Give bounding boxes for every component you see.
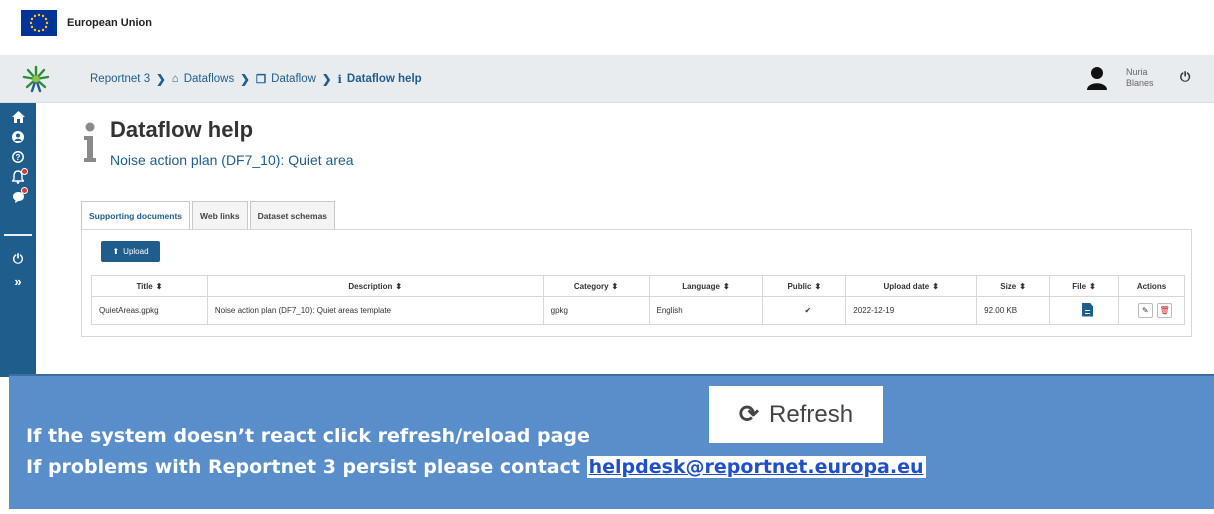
eu-flag-icon [21,10,57,36]
upload-icon: ⬆ [112,247,120,256]
cell-language: English [648,296,764,325]
user-circle-icon[interactable] [0,129,36,145]
cell-size: 92.00 KB [976,296,1051,325]
column-header-file[interactable]: File ⬍ [1049,275,1119,297]
column-header-public[interactable]: Public ⬍ [762,275,847,297]
chat-icon[interactable] [0,187,36,205]
cell-title: QuietAreas.gpkg [91,296,208,325]
table-header-row: Title ⬍ Description ⬍ Category ⬍ Language ⬍ … [91,275,1186,297]
app-header: Reportnet 3 ❯ ⌂ Dataflows ❯ ❐ Dataflow ❯… [0,55,1214,103]
column-header-description[interactable]: Description ⬍ [206,275,544,297]
sort-icon: ⬍ [155,281,163,291]
sort-icon: ⬍ [395,281,403,291]
tab-dataset-schemas[interactable]: Dataset schemas [249,201,336,229]
breadcrumb-current: Dataflow help [346,73,422,85]
sidebar: ? ⏻ » [0,103,36,377]
chevron-right-icon: ❯ [321,74,332,86]
eu-bar: European Union [0,0,1214,55]
cell-actions: ✎ 🗑 [1117,296,1186,325]
power-icon[interactable]: ⏻ [0,251,36,267]
page-title: Dataflow help [110,117,254,142]
refresh-button[interactable]: ⟳ Refresh [709,386,883,443]
cell-category: gpkg [542,296,650,325]
column-header-size[interactable]: Size ⬍ [976,275,1051,297]
column-header-actions: Actions [1117,275,1186,297]
cell-upload-date: 2022-12-19 [845,296,978,325]
column-header-upload-date[interactable]: Upload date ⬍ [845,275,978,297]
user-name[interactable]: Nuria Blanes [1126,67,1176,89]
chevron-right-icon: ❯ [240,74,250,86]
home-icon: ⌂ [171,73,179,85]
notification-badge [21,168,28,175]
sort-icon: ⬍ [722,281,730,291]
breadcrumb-dataflow[interactable]: Dataflow [271,73,316,85]
reportnet-logo-icon[interactable] [20,64,52,94]
sort-icon: ⬍ [932,281,939,291]
power-icon[interactable]: ⏻ [1180,69,1190,85]
tab-supporting-documents[interactable]: Supporting documents [81,201,191,230]
notice-banner: ⟳ Refresh If the system doesn’t react cl… [9,374,1214,509]
column-header-title[interactable]: Title ⬍ [91,275,208,297]
breadcrumb: Reportnet 3 ❯ ⌂ Dataflows ❯ ❐ Dataflow ❯… [90,72,422,86]
message-badge [21,187,28,194]
home-icon[interactable] [0,109,36,125]
notice-line-contact: If problems with Reportnet 3 persist ple… [26,456,926,478]
tab-bar: Supporting documents Web links Dataset s… [81,201,337,230]
svg-text:?: ? [16,153,21,162]
eu-title: European Union [67,17,152,29]
clone-icon: ❐ [255,74,267,86]
info-icon: i [337,72,342,86]
sort-icon: ⬍ [1089,281,1096,291]
sidebar-divider [4,234,32,236]
notice-line-refresh: If the system doesn’t react click refres… [26,425,590,447]
cell-file [1049,296,1119,325]
sort-icon: ⬍ [1019,281,1026,291]
table-row: QuietAreas.gpkg Noise action plan (DF7_1… [91,296,1186,325]
bell-icon[interactable] [0,168,36,185]
edit-button[interactable]: ✎ [1137,303,1153,318]
sort-icon: ⬍ [814,281,822,291]
documents-table: Title ⬍ Description ⬍ Category ⬍ Language ⬍ … [91,275,1186,325]
refresh-icon: ⟳ [738,401,760,428]
delete-button[interactable]: 🗑 [1157,303,1173,318]
column-header-category[interactable]: Category ⬍ [542,275,650,297]
breadcrumb-dataflows[interactable]: Dataflows [184,73,235,85]
breadcrumb-reportnet[interactable]: Reportnet 3 [90,73,150,85]
expand-icon[interactable]: » [0,273,36,289]
user-avatar-icon[interactable] [1086,66,1108,90]
helpdesk-email-link[interactable]: helpdesk@reportnet.europa.eu [586,456,926,478]
tab-web-links[interactable]: Web links [192,201,248,229]
file-download-icon[interactable] [1082,302,1094,317]
help-icon[interactable]: ? [0,149,36,165]
check-icon: ✔ [762,296,847,325]
info-icon [83,122,97,162]
column-header-language[interactable]: Language ⬍ [648,275,764,297]
sort-icon: ⬍ [611,281,619,291]
page-subtitle: Noise action plan (DF7_10): Quiet area [110,152,354,168]
chevron-right-icon: ❯ [156,74,166,86]
cell-description: Noise action plan (DF7_10): Quiet areas … [206,296,544,325]
upload-button[interactable]: ⬆ Upload [101,241,160,262]
documents-panel: ⬆ Upload Title ⬍ Description ⬍ Category ⬍ L… [81,229,1192,337]
